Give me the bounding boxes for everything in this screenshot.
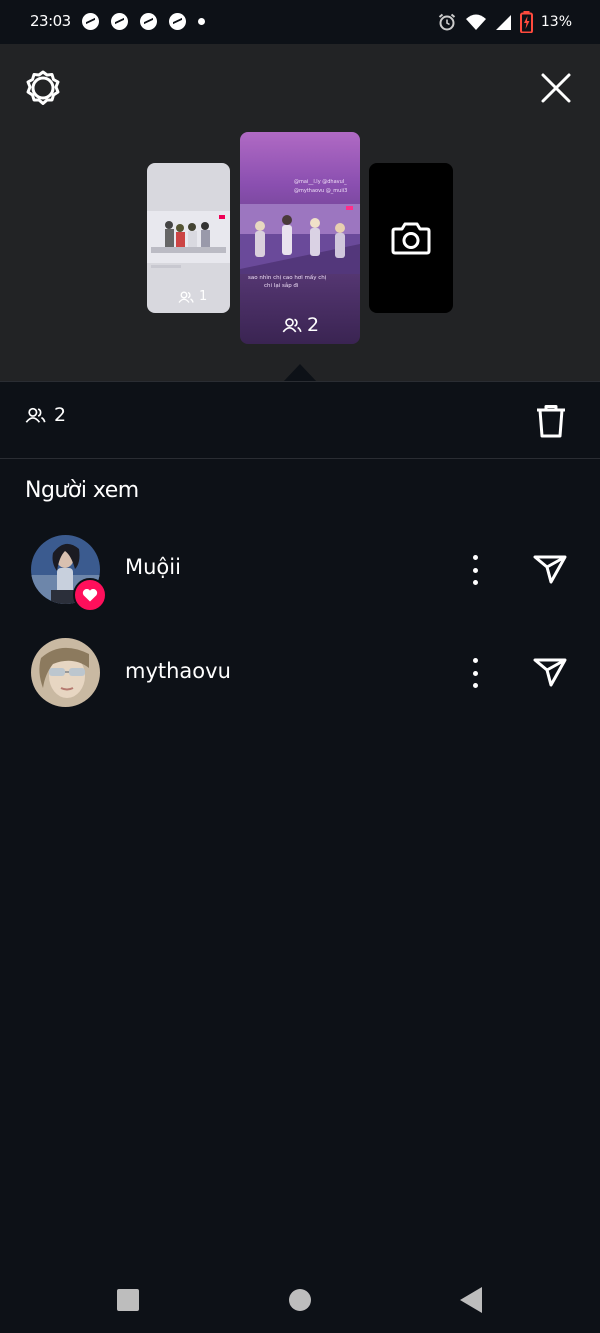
- divider: [0, 381, 600, 382]
- signal-icon: [495, 14, 511, 30]
- gear-icon: [26, 70, 60, 105]
- story-caption-line1: sao nhìn chị cao hơi mấy chị: [248, 275, 327, 281]
- viewers-icon: [25, 407, 46, 423]
- messenger-icon: [169, 13, 186, 30]
- selection-pointer: [283, 364, 317, 382]
- dot: [472, 580, 478, 585]
- avatar-image: [31, 638, 100, 707]
- viewers-count-value: 2: [54, 404, 67, 426]
- viewers-count: 2: [25, 404, 66, 426]
- dot: [472, 555, 478, 560]
- delete-button[interactable]: [532, 401, 570, 441]
- section-title: Người xem: [25, 478, 139, 503]
- story-tags-line1: @mai__l.ly @dhavul_: [294, 179, 347, 185]
- status-bar: 23:03 13%: [0, 0, 600, 44]
- divider: [0, 458, 600, 459]
- story-image: [240, 204, 360, 274]
- home-button[interactable]: [289, 1289, 311, 1311]
- close-icon: [541, 73, 571, 103]
- status-icons: 13%: [437, 10, 572, 34]
- status-time: 23:03: [30, 12, 71, 30]
- viewers-icon: [178, 291, 194, 303]
- viewer-username[interactable]: Muộii: [125, 555, 181, 579]
- story-view-count: 2: [282, 314, 319, 336]
- story-thumbnail-selected[interactable]: @mai__l.ly @dhavul_ @mythaovu @_muii3 sa…: [240, 132, 360, 344]
- send-message-button[interactable]: [530, 550, 570, 588]
- story-thumbnail[interactable]: 1: [147, 163, 230, 313]
- battery-icon: [519, 11, 533, 33]
- wifi-icon: [465, 14, 486, 30]
- dot: [472, 567, 478, 573]
- story-view-count-value: 2: [307, 314, 320, 336]
- notification-dot: [198, 18, 205, 25]
- send-icon: [533, 555, 567, 584]
- more-options-button[interactable]: [465, 658, 485, 688]
- battery-percent: 13%: [540, 14, 572, 30]
- story-tags-line2: @mythaovu @_muii3: [294, 188, 348, 194]
- viewers-icon: [282, 318, 302, 333]
- settings-button[interactable]: [25, 70, 61, 106]
- avatar[interactable]: [31, 638, 100, 707]
- camera-icon: [391, 222, 431, 255]
- liked-badge: [73, 578, 107, 612]
- dot: [472, 670, 478, 676]
- messenger-icon: [82, 13, 99, 30]
- recent-apps-button[interactable]: [117, 1289, 139, 1311]
- story-caption-line2: chi lại sắp đi: [264, 283, 299, 289]
- dot: [472, 683, 478, 688]
- add-story-button[interactable]: [369, 163, 453, 313]
- heart-icon: [82, 588, 98, 602]
- close-button[interactable]: [538, 70, 574, 106]
- story-view-count-value: 1: [199, 289, 208, 304]
- messenger-icon: [111, 13, 128, 30]
- story-view-count: 1: [178, 289, 207, 304]
- trash-icon: [537, 405, 565, 438]
- back-button[interactable]: [460, 1287, 482, 1313]
- dot: [472, 658, 478, 663]
- send-icon: [533, 658, 567, 687]
- more-options-button[interactable]: [465, 555, 485, 585]
- messenger-icon: [140, 13, 157, 30]
- send-message-button[interactable]: [530, 653, 570, 691]
- navigation-bar: [0, 1270, 600, 1333]
- viewer-username[interactable]: mythaovu: [125, 659, 231, 683]
- alarm-icon: [438, 13, 456, 31]
